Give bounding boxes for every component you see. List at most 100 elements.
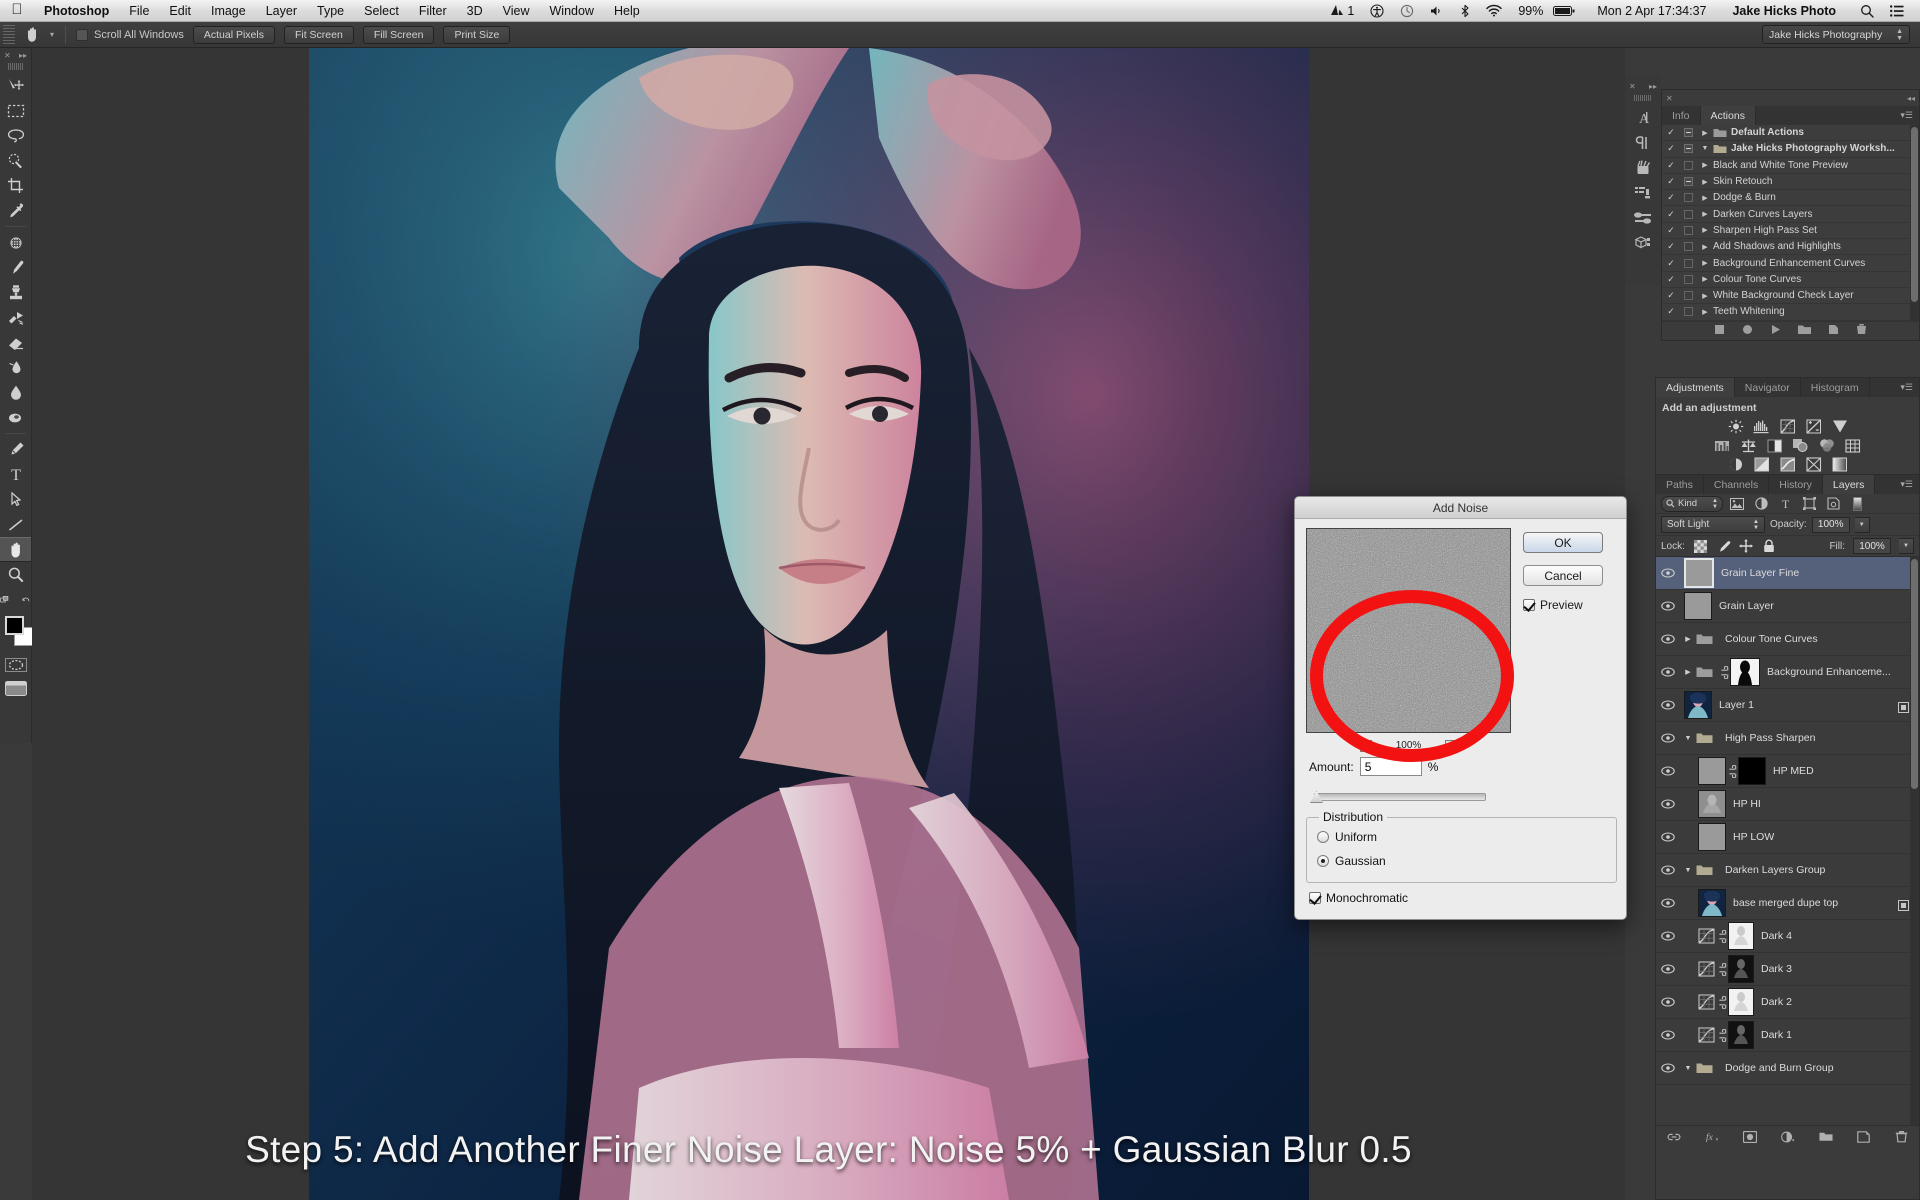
action-dialog-toggle[interactable] <box>1680 160 1697 170</box>
actions-list[interactable]: ✓ ▶ Default Actions ✓ ▼ Jake Hicks Photograph… <box>1662 125 1919 321</box>
layer-row[interactable]: ▼ High Pass Sharpen <box>1656 722 1919 755</box>
action-enabled-checkmark[interactable]: ✓ <box>1662 160 1680 171</box>
dodge-tool[interactable] <box>0 405 31 430</box>
action-row[interactable]: ✓ ▶ Teeth Whitening <box>1662 304 1919 321</box>
action-dialog-toggle[interactable] <box>1680 177 1697 187</box>
layer-thumbnail[interactable] <box>1684 558 1714 588</box>
triangle-right-icon[interactable]: ▶ <box>1697 259 1713 267</box>
blur-tool[interactable] <box>0 380 31 405</box>
actions-scroll-thumb[interactable] <box>1911 127 1918 302</box>
triangle-right-icon[interactable]: ▶ <box>1697 226 1713 234</box>
tab-layers[interactable]: Layers <box>1822 475 1876 494</box>
layer-row[interactable]: Grain Layer <box>1656 590 1919 623</box>
wifi-icon[interactable] <box>1478 4 1510 17</box>
eraser-tool[interactable] <box>0 330 31 355</box>
preview-checkbox-row[interactable]: Preview <box>1523 598 1583 612</box>
layer-visibility-eye-icon[interactable] <box>1656 700 1680 710</box>
uniform-radio-row[interactable]: Uniform <box>1317 830 1377 844</box>
color-swatches[interactable] <box>0 614 33 654</box>
tab-actions[interactable]: Actions <box>1700 106 1756 125</box>
close-icon[interactable]: ✕ <box>1666 94 1673 103</box>
action-row[interactable]: ✓ ▶ Background Enhancement Curves <box>1662 255 1919 272</box>
add-mask-icon[interactable] <box>1742 1130 1757 1144</box>
action-enabled-checkmark[interactable]: ✓ <box>1662 209 1680 220</box>
action-enabled-checkmark[interactable]: ✓ <box>1662 274 1680 285</box>
layer-visibility-eye-icon[interactable] <box>1656 832 1680 842</box>
action-dialog-toggle[interactable] <box>1680 144 1697 154</box>
quick-selection-tool[interactable] <box>0 148 31 173</box>
preview-checkbox[interactable] <box>1523 599 1535 611</box>
layer-visibility-eye-icon[interactable] <box>1656 898 1680 908</box>
hue-saturation-icon[interactable] <box>1714 438 1731 453</box>
triangle-down-icon[interactable]: ▼ <box>1680 1065 1696 1072</box>
menu-item-image[interactable]: Image <box>201 0 256 22</box>
scroll-all-windows-checkbox[interactable]: Scroll All Windows <box>76 28 184 41</box>
fill-value[interactable]: 100% <box>1853 538 1891 554</box>
layer-row[interactable]: HP MED <box>1656 755 1919 788</box>
clone-stamp-tool[interactable] <box>0 280 31 305</box>
tab-paths[interactable]: Paths <box>1656 475 1704 494</box>
icon-column-grip[interactable] <box>1634 95 1652 101</box>
edit-toolbar-row[interactable] <box>0 587 31 612</box>
close-icon[interactable]: ✕ <box>4 51 11 60</box>
menu-item-3d[interactable]: 3D <box>457 0 493 22</box>
delete-icon[interactable] <box>1856 322 1867 340</box>
stop-icon[interactable] <box>1714 322 1725 340</box>
layer-thumbnail[interactable] <box>1698 757 1726 785</box>
menu-item-layer[interactable]: Layer <box>256 0 307 22</box>
hand-tool-icon[interactable] <box>19 25 45 45</box>
line-tool[interactable] <box>0 512 31 537</box>
bluetooth-icon[interactable] <box>1452 4 1478 18</box>
character-panel-icon[interactable]: A <box>1625 105 1661 130</box>
menu-item-type[interactable]: Type <box>307 0 354 22</box>
exposure-icon[interactable] <box>1805 419 1822 434</box>
layer-row[interactable]: ▼ Darken Layers Group <box>1656 854 1919 887</box>
layers-list[interactable]: Grain Layer Fine Grain Layer ▶ Colour Tone … <box>1656 557 1919 1125</box>
layer-thumbnail[interactable] <box>1684 592 1712 620</box>
triangle-down-icon[interactable]: ▼ <box>1680 735 1696 742</box>
layer-row[interactable]: HP LOW <box>1656 821 1919 854</box>
new-layer-icon[interactable] <box>1857 1130 1871 1144</box>
new-group-icon[interactable] <box>1818 1130 1833 1144</box>
layer-row[interactable]: HP HI <box>1656 788 1919 821</box>
options-bar-grip[interactable] <box>3 24 15 45</box>
layer-mask-thumbnail[interactable] <box>1730 658 1760 686</box>
action-row[interactable]: ✓ ▶ Add Shadows and Highlights <box>1662 239 1919 256</box>
gradient-tool[interactable] <box>0 355 31 380</box>
triangle-right-icon[interactable]: ▶ <box>1697 194 1713 202</box>
mask-link-icon[interactable] <box>1716 1028 1728 1042</box>
layers-scrollbar[interactable] <box>1910 557 1919 1125</box>
brush-presets-icon[interactable] <box>1625 155 1661 180</box>
tab-navigator[interactable]: Navigator <box>1735 378 1801 397</box>
layer-visibility-eye-icon[interactable] <box>1656 568 1680 578</box>
action-enabled-checkmark[interactable]: ✓ <box>1662 192 1680 203</box>
layer-style-fx-icon[interactable]: fx <box>1705 1130 1719 1144</box>
notification-center-icon[interactable] <box>1882 4 1912 17</box>
tab-adjustments[interactable]: Adjustments <box>1656 378 1735 397</box>
zoom-tool[interactable] <box>0 562 31 587</box>
action-row[interactable]: ✓ ▶ Colour Tone Curves <box>1662 272 1919 288</box>
amount-input[interactable]: 5 <box>1359 757 1422 776</box>
invert-icon[interactable] <box>1727 457 1744 472</box>
triangle-right-icon[interactable]: ▶ <box>1697 243 1713 251</box>
filter-smart-icon[interactable] <box>1823 496 1843 512</box>
layer-visibility-eye-icon[interactable] <box>1656 799 1680 809</box>
action-dialog-toggle[interactable] <box>1680 274 1697 284</box>
layer-visibility-eye-icon[interactable] <box>1656 766 1680 776</box>
path-selection-tool[interactable] <box>0 487 31 512</box>
triangle-right-icon[interactable]: ▶ <box>1697 129 1713 137</box>
battery-icon[interactable] <box>1551 5 1583 17</box>
action-row[interactable]: ✓ ▼ Jake Hicks Photography Worksh... <box>1662 141 1919 158</box>
mask-link-icon[interactable] <box>1716 962 1728 976</box>
screen-mode-button[interactable] <box>0 676 31 700</box>
layer-visibility-eye-icon[interactable] <box>1656 601 1680 611</box>
blend-mode-select[interactable]: Soft Light ▲ ▼ <box>1661 516 1765 533</box>
gaussian-radio[interactable] <box>1317 855 1329 867</box>
threshold-icon[interactable] <box>1779 457 1796 472</box>
action-enabled-checkmark[interactable]: ✓ <box>1662 258 1680 269</box>
tool-preset-caret-icon[interactable]: ▾ <box>45 30 59 39</box>
action-dialog-toggle[interactable] <box>1680 242 1697 252</box>
layer-thumbnail[interactable] <box>1684 691 1712 719</box>
actual-pixels-button[interactable]: Actual Pixels <box>192 25 275 44</box>
fill-stepper[interactable]: ▼ <box>1899 538 1914 554</box>
